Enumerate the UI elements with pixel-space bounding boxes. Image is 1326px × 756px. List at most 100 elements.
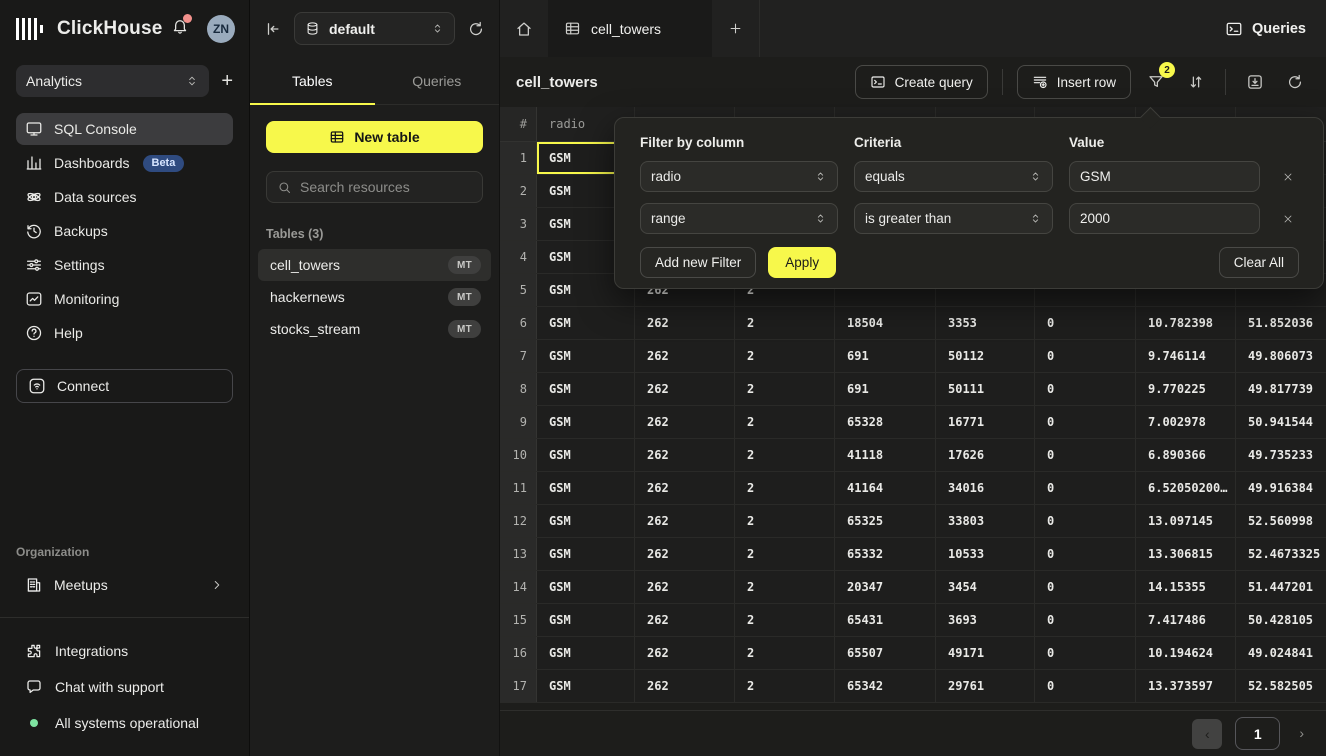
cell[interactable]: 262: [635, 670, 735, 702]
cell-radio[interactable]: GSM: [537, 439, 635, 471]
cell[interactable]: 262: [635, 307, 735, 339]
filter-value-input[interactable]: [1069, 203, 1260, 234]
cell[interactable]: 65342: [835, 670, 936, 702]
cell-radio[interactable]: GSM: [537, 670, 635, 702]
cell[interactable]: 17626: [936, 439, 1035, 471]
cell[interactable]: 262: [635, 340, 735, 372]
org-select[interactable]: Analytics: [16, 65, 209, 97]
cell[interactable]: 0: [1035, 538, 1136, 570]
cell[interactable]: 49.024841: [1236, 637, 1326, 669]
cell[interactable]: 51.852036: [1236, 307, 1326, 339]
cell-radio[interactable]: GSM: [537, 637, 635, 669]
active-workspace-tab[interactable]: cell_towers: [548, 0, 712, 57]
sidebar-footer-item[interactable]: Chat with support: [16, 672, 233, 702]
remove-filter-button[interactable]: [1276, 213, 1300, 225]
avatar[interactable]: ZN: [207, 15, 235, 43]
cell-radio[interactable]: GSM: [537, 307, 635, 339]
filter-criteria-select[interactable]: is greater than: [854, 203, 1053, 234]
cell[interactable]: 50.428105: [1236, 604, 1326, 636]
cell[interactable]: 262: [635, 637, 735, 669]
sidebar-nav-item[interactable]: Help: [16, 317, 233, 349]
remove-filter-button[interactable]: [1276, 171, 1300, 183]
cell[interactable]: 691: [835, 340, 936, 372]
connect-button[interactable]: Connect: [16, 369, 233, 403]
cell[interactable]: 52.582505: [1236, 670, 1326, 702]
cell-radio[interactable]: GSM: [537, 538, 635, 570]
cell[interactable]: 0: [1035, 340, 1136, 372]
cell[interactable]: 262: [635, 373, 735, 405]
new-tab-button[interactable]: [712, 0, 760, 57]
cell-radio[interactable]: GSM: [537, 571, 635, 603]
cell[interactable]: 65431: [835, 604, 936, 636]
search-resources-input[interactable]: [300, 179, 472, 195]
sidebar-nav-item[interactable]: Dashboards Beta: [16, 147, 233, 179]
cell[interactable]: 49171: [936, 637, 1035, 669]
sidebar-footer-item[interactable]: Integrations: [16, 636, 233, 666]
previous-page-button[interactable]: ‹: [1192, 719, 1222, 749]
cell[interactable]: 50.941544: [1236, 406, 1326, 438]
new-table-button[interactable]: New table: [266, 121, 483, 153]
cell[interactable]: 6.52050200…: [1136, 472, 1236, 504]
cell[interactable]: 49.806073: [1236, 340, 1326, 372]
system-status-item[interactable]: All systems operational: [16, 708, 233, 738]
clear-all-filters-button[interactable]: Clear All: [1219, 247, 1299, 278]
cell[interactable]: 262: [635, 505, 735, 537]
cell-radio[interactable]: GSM: [537, 340, 635, 372]
add-new-filter-button[interactable]: Add new Filter: [640, 247, 756, 278]
sidebar-item-meetups[interactable]: Meetups: [16, 569, 233, 601]
cell[interactable]: 0: [1035, 472, 1136, 504]
cell[interactable]: 50112: [936, 340, 1035, 372]
current-page-number[interactable]: 1: [1235, 717, 1280, 750]
insert-row-button[interactable]: Insert row: [1017, 65, 1131, 99]
cell[interactable]: 2: [735, 340, 835, 372]
cell[interactable]: 0: [1035, 406, 1136, 438]
cell[interactable]: 0: [1035, 670, 1136, 702]
cell[interactable]: 3454: [936, 571, 1035, 603]
sidebar-nav-item[interactable]: Backups: [16, 215, 233, 247]
cell[interactable]: 13.373597: [1136, 670, 1236, 702]
cell[interactable]: 49.817739: [1236, 373, 1326, 405]
apply-filters-button[interactable]: Apply: [768, 247, 836, 278]
cell[interactable]: 10533: [936, 538, 1035, 570]
cell[interactable]: 2: [735, 406, 835, 438]
cell[interactable]: 65325: [835, 505, 936, 537]
cell[interactable]: 0: [1035, 505, 1136, 537]
download-button[interactable]: [1240, 67, 1270, 97]
cell[interactable]: 9.770225: [1136, 373, 1236, 405]
cell[interactable]: 65332: [835, 538, 936, 570]
cell-radio[interactable]: GSM: [537, 505, 635, 537]
cell[interactable]: 9.746114: [1136, 340, 1236, 372]
create-query-button[interactable]: Create query: [855, 65, 988, 99]
cell[interactable]: 2: [735, 637, 835, 669]
cell[interactable]: 2: [735, 538, 835, 570]
cell[interactable]: 0: [1035, 571, 1136, 603]
sidebar-nav-item[interactable]: Data sources: [16, 181, 233, 213]
filter-column-select[interactable]: radio: [640, 161, 838, 192]
filter-button[interactable]: 2: [1141, 67, 1171, 97]
cell[interactable]: 2: [735, 472, 835, 504]
cell[interactable]: 52.560998: [1236, 505, 1326, 537]
filter-column-select[interactable]: range: [640, 203, 838, 234]
filter-value-input[interactable]: [1069, 161, 1260, 192]
table-list-item[interactable]: cell_towers MT: [258, 249, 491, 281]
cell[interactable]: 13.306815: [1136, 538, 1236, 570]
cell[interactable]: 262: [635, 571, 735, 603]
cell[interactable]: 14.15355: [1136, 571, 1236, 603]
cell[interactable]: 20347: [835, 571, 936, 603]
cell[interactable]: 0: [1035, 373, 1136, 405]
tab-tables[interactable]: Tables: [250, 57, 375, 104]
cell[interactable]: 2: [735, 571, 835, 603]
cell[interactable]: 7.417486: [1136, 604, 1236, 636]
tab-queries[interactable]: Queries: [375, 57, 500, 104]
refresh-table-button[interactable]: [1280, 67, 1310, 97]
cell[interactable]: 0: [1035, 439, 1136, 471]
cell[interactable]: 0: [1035, 307, 1136, 339]
cell[interactable]: 18504: [835, 307, 936, 339]
cell[interactable]: 34016: [936, 472, 1035, 504]
cell[interactable]: 0: [1035, 637, 1136, 669]
cell[interactable]: 16771: [936, 406, 1035, 438]
next-page-button[interactable]: ›: [1293, 726, 1310, 741]
refresh-resources-icon[interactable]: [467, 20, 485, 38]
cell[interactable]: 10.782398: [1136, 307, 1236, 339]
cell[interactable]: 262: [635, 538, 735, 570]
